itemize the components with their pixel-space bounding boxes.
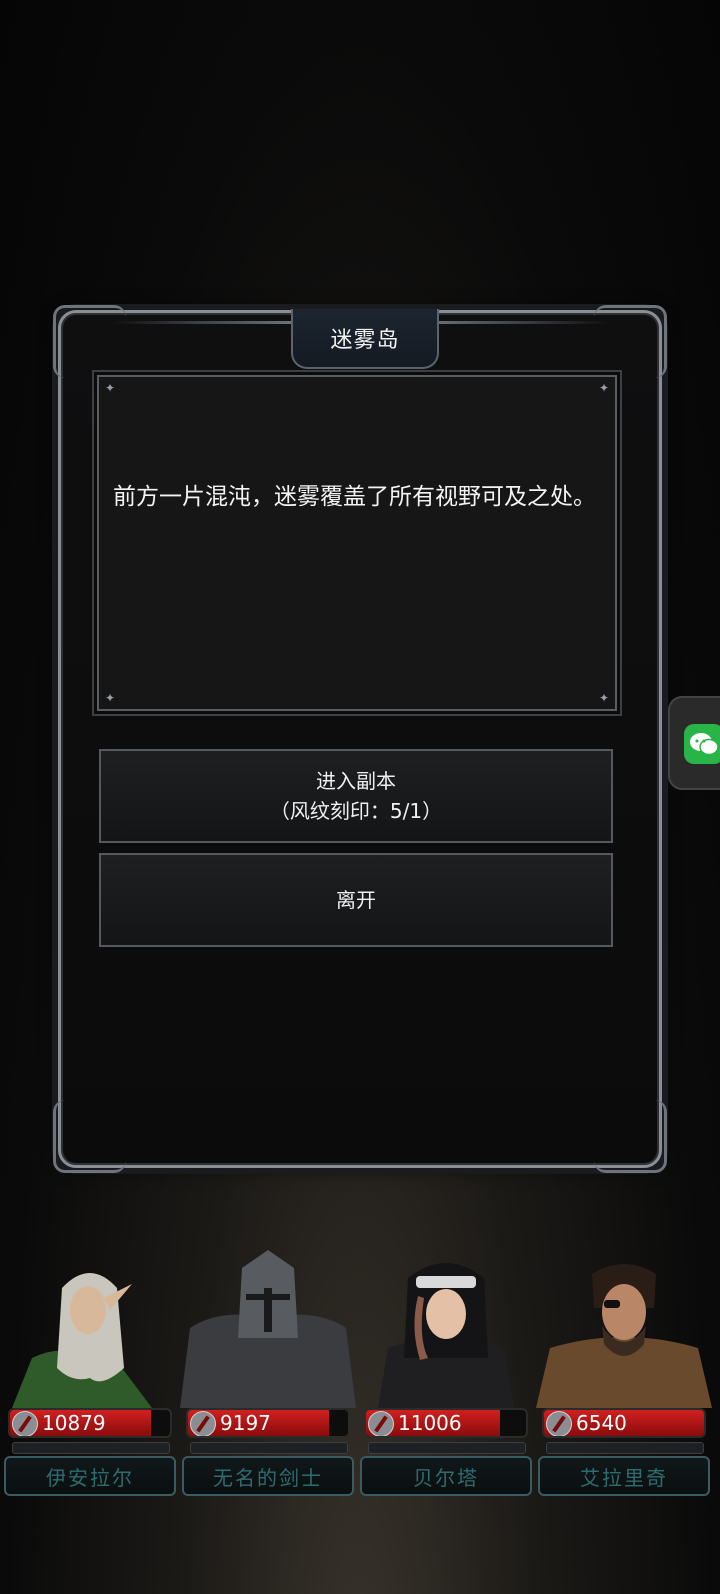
enter-dungeon-label: 进入副本: [316, 769, 396, 793]
hp-bar: 10879: [8, 1408, 172, 1438]
enter-dungeon-button[interactable]: 进入副本 （风纹刻印：5/1）: [99, 749, 613, 843]
hero-card[interactable]: 6540 艾拉里奇: [536, 1248, 712, 1500]
hp-value: 10879: [42, 1411, 106, 1435]
hero-portrait: [536, 1248, 712, 1408]
hp-bar: 6540: [542, 1408, 706, 1438]
frame-corner: [53, 1100, 126, 1173]
title-ornament: [429, 321, 609, 324]
title-ornament: [111, 321, 291, 324]
chat-icon: [684, 724, 720, 764]
story-panel: ✦ ✦ ✦ ✦ 前方一片混沌，迷雾覆盖了所有视野可及之处。: [97, 375, 617, 711]
sparkle-icon: ✦: [598, 691, 609, 705]
hero-card[interactable]: 9197 无名的剑士: [180, 1248, 356, 1500]
hero-name: 艾拉里奇: [580, 1465, 668, 1490]
hero-portrait: [358, 1248, 534, 1408]
hp-value: 9197: [220, 1411, 271, 1435]
sword-icon: [12, 1411, 38, 1436]
hero-portrait: [2, 1248, 178, 1408]
sparkle-icon: ✦: [105, 691, 116, 705]
mana-bar: [190, 1442, 348, 1454]
sparkle-icon: ✦: [105, 381, 116, 395]
leave-button[interactable]: 离开: [99, 853, 613, 947]
leave-label: 离开: [336, 888, 376, 912]
enter-dungeon-cost: （风纹刻印：5/1）: [269, 799, 443, 823]
hero-card[interactable]: 11006 贝尔塔: [358, 1248, 534, 1500]
hero-name-plate: 无名的剑士: [182, 1456, 354, 1496]
mana-bar: [368, 1442, 526, 1454]
mana-bar: [12, 1442, 170, 1454]
hero-portrait: [180, 1248, 356, 1408]
hero-name-plate: 艾拉里奇: [538, 1456, 710, 1496]
hero-card[interactable]: 10879 伊安拉尔: [2, 1248, 178, 1500]
hero-name-plate: 贝尔塔: [360, 1456, 532, 1496]
hp-bar: 11006: [364, 1408, 528, 1438]
sword-icon: [546, 1411, 572, 1436]
dialog-title-plate: 迷雾岛: [291, 309, 439, 369]
sparkle-icon: ✦: [598, 381, 609, 395]
dialog-title: 迷雾岛: [330, 328, 400, 353]
event-dialog: 迷雾岛 ✦ ✦ ✦ ✦ 前方一片混沌，迷雾覆盖了所有视野可及之处。 进入副本 （…: [53, 305, 667, 1173]
story-text: 前方一片混沌，迷雾覆盖了所有视野可及之处。: [113, 484, 596, 510]
frame-corner: [594, 305, 667, 378]
hp-value: 6540: [576, 1411, 627, 1435]
hero-name: 无名的剑士: [213, 1465, 323, 1490]
hp-bar: 9197: [186, 1408, 350, 1438]
hero-name-plate: 伊安拉尔: [4, 1456, 176, 1496]
sword-icon: [368, 1411, 394, 1436]
sword-icon: [190, 1411, 216, 1436]
mana-bar: [546, 1442, 704, 1454]
hp-value: 11006: [398, 1411, 462, 1435]
side-chat-button[interactable]: [668, 696, 720, 790]
hero-name: 伊安拉尔: [46, 1465, 134, 1490]
hero-name: 贝尔塔: [413, 1465, 479, 1490]
